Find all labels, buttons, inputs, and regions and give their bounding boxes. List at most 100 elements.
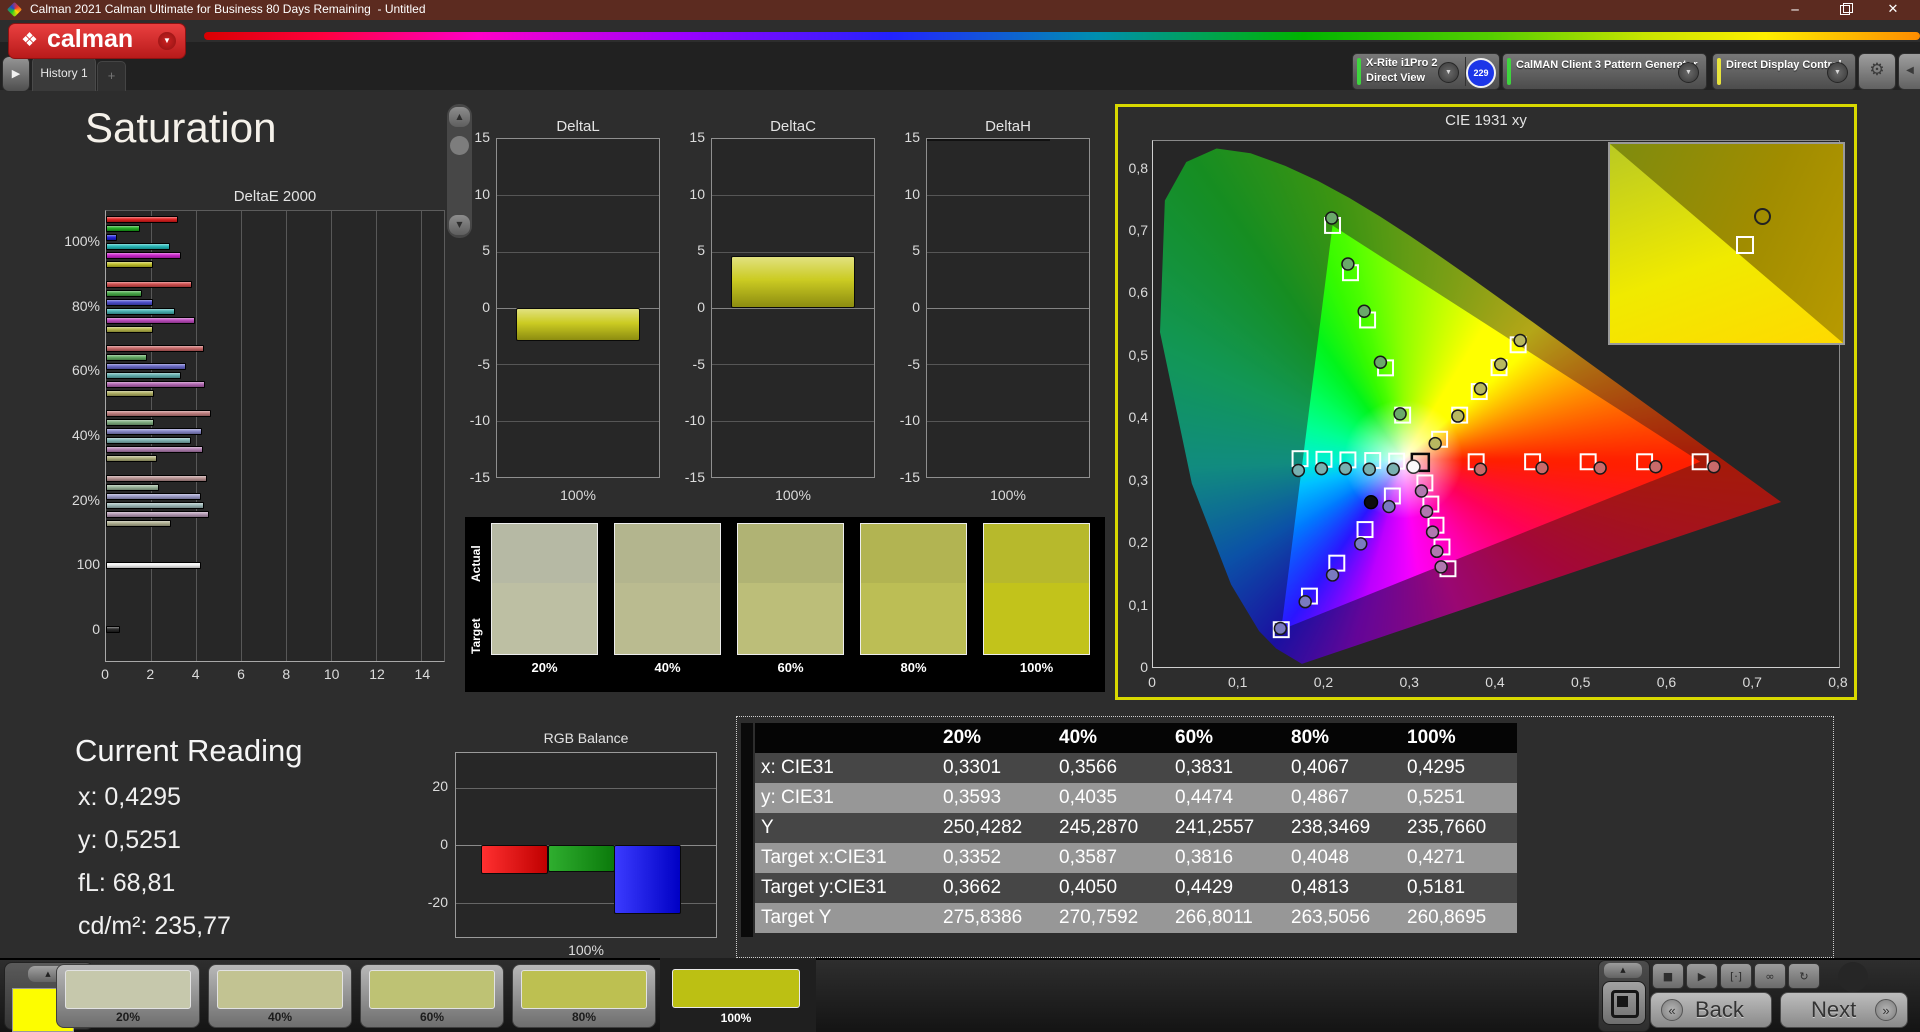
chevron-down-icon[interactable]: ▼ — [1438, 62, 1459, 83]
deltae-bar-60%-green — [106, 354, 147, 362]
measured-white-point — [1406, 459, 1421, 474]
swatch-button-40%[interactable]: 40% — [208, 964, 352, 1028]
continuous-icon[interactable]: ∞ — [1754, 963, 1786, 989]
y-tick-label: 100% — [64, 233, 100, 250]
y-tick-label: 0,1 — [1128, 596, 1148, 613]
swatch-button-label: 60% — [419, 1010, 445, 1024]
calman-app: Calman 2021 Calman Ultimate for Business… — [0, 0, 1920, 1032]
cie-zoom-inset — [1608, 142, 1845, 345]
play-icon[interactable]: ▶ — [1686, 963, 1718, 989]
back-button[interactable]: « Back — [1650, 992, 1772, 1028]
y-tick-label: 0,7 — [1128, 222, 1148, 239]
next-button[interactable]: Next » — [1780, 992, 1908, 1028]
gridline — [497, 364, 659, 366]
meter-dropdown[interactable]: X-Rite i1Pro 2 Direct View ▼ 229 — [1352, 53, 1500, 90]
single-measure-icon[interactable]: [·] — [1720, 963, 1752, 989]
gridline — [712, 251, 874, 253]
deltae-bar-60%-magenta — [106, 381, 206, 389]
measurement-table: 20% 40% 60% 80% 100% x: CIE31 0,3301 0,3566 0,38… — [755, 723, 1517, 933]
deltae-bar-80%-green — [106, 289, 143, 297]
reading-x: x: 0,4295 — [78, 783, 181, 811]
scroll-up-icon[interactable]: ▲ — [449, 107, 470, 127]
table-cell: 250,4282 — [943, 817, 1023, 838]
gridline — [927, 195, 1089, 197]
gridline — [286, 211, 288, 661]
row-label: Target y:CIE31 — [761, 877, 887, 898]
deltac-x-label: 100% — [775, 487, 811, 503]
gridline — [712, 308, 874, 309]
y-tick-label: 5 — [482, 242, 490, 259]
deltae-bar-40%-yellow — [106, 455, 157, 462]
rgb-balance-title: RGB Balance — [543, 730, 629, 746]
deltac-y-axis: 15 10 5 0 -5 -10 -15 — [663, 129, 705, 485]
swatch-button-label: 100% — [720, 1011, 752, 1025]
settings-button[interactable]: ⚙ — [1858, 53, 1896, 90]
tab-scroll-button[interactable]: ▶ — [2, 56, 30, 92]
calman-logo-button[interactable]: ❖ calman ▼ — [8, 23, 186, 59]
target-red — [1691, 453, 1709, 471]
deltae-bar-20%-magenta — [106, 510, 209, 518]
y-tick-label: 15 — [904, 129, 920, 145]
chevron-down-icon[interactable]: ▼ — [158, 32, 176, 50]
measured-cyan — [1291, 463, 1306, 478]
measured-cyan — [1314, 461, 1329, 476]
gridline — [421, 211, 423, 661]
y-tick-label: -10 — [899, 412, 920, 429]
y-tick-label: 10 — [904, 185, 920, 202]
refresh-icon[interactable]: ↻ — [1788, 963, 1820, 989]
deltal-y-axis: 15 10 5 0 -5 -10 -15 — [448, 129, 490, 485]
chevron-down-icon[interactable]: ▼ — [1678, 62, 1699, 83]
collapse-panel-button[interactable]: ◀ — [1898, 53, 1920, 90]
table-left-stripe — [741, 723, 753, 937]
table-cell: 0,3587 — [1059, 847, 1118, 868]
minimize-button[interactable]: ─ — [1778, 0, 1812, 20]
close-button[interactable]: ✕ — [1876, 0, 1910, 20]
stop-icon[interactable]: ■ — [1652, 963, 1684, 989]
tab-history-1[interactable]: History 1 — [32, 57, 96, 91]
swatch-button-20%[interactable]: 20% — [56, 964, 200, 1028]
deltae-bar-40%-blue — [106, 428, 202, 435]
cie-y-axis: 0,8 0,7 0,6 0,5 0,4 0,3 0,2 0,1 0 — [1112, 140, 1148, 675]
measured-blue — [1298, 594, 1312, 609]
pattern-window-button[interactable] — [1602, 981, 1646, 1025]
rgb-balance-y-axis: 20 0 -20 — [406, 752, 448, 938]
deltae-bar-40%-green — [106, 419, 155, 426]
table-row: Target y:CIE31 0,3662 0,4050 0,4429 0,4813 0,… — [755, 873, 1517, 903]
y-tick-label: 20 — [432, 777, 448, 794]
deltae-bar-0-red — [106, 626, 120, 634]
row-label: x: CIE31 — [761, 757, 834, 778]
pattern-generator-dropdown[interactable]: CalMAN Client 3 Pattern Generator ▼ — [1502, 53, 1707, 90]
gridline — [196, 211, 198, 661]
cie-chart-title: CIE 1931 xy — [1445, 112, 1527, 129]
target-label: Target — [469, 618, 483, 654]
gridline — [497, 195, 659, 197]
y-tick-label: -15 — [469, 469, 490, 485]
measured-yellow — [1493, 357, 1508, 372]
add-tab-button[interactable]: + — [97, 61, 126, 91]
measured-green — [1393, 407, 1407, 421]
swatch-button-60%[interactable]: 60% — [360, 964, 504, 1028]
chevron-down-icon[interactable]: ▼ — [1827, 62, 1848, 83]
measured-cyan — [1386, 462, 1400, 476]
swatch-button-100%[interactable]: 100% — [664, 964, 808, 1028]
expand-up-icon[interactable]: ▲ — [1604, 963, 1642, 978]
swatch-button-80%[interactable]: 80% — [512, 964, 656, 1028]
gridline — [927, 251, 1089, 253]
deltae-bar-60%-yellow — [106, 390, 155, 398]
table-cell: 0,4048 — [1291, 847, 1350, 868]
actual-swatch — [738, 524, 843, 583]
gridline — [712, 420, 874, 422]
app-icon — [6, 1, 23, 18]
deltaL-bar — [516, 308, 640, 341]
deltae-bar-100-red — [106, 561, 201, 569]
compare-swatch-80% — [860, 523, 967, 655]
gridline — [712, 364, 874, 366]
swatch-color — [217, 970, 343, 1009]
y-tick-label: 0,3 — [1128, 471, 1148, 488]
target-blue — [1356, 521, 1374, 539]
rgb-balance-bar-blue — [614, 845, 681, 914]
chevron-left-icon: ◀ — [1906, 65, 1914, 76]
restore-button[interactable] — [1828, 0, 1862, 20]
gridline — [331, 211, 333, 661]
display-control-dropdown[interactable]: Direct Display Control ▼ — [1712, 53, 1856, 90]
